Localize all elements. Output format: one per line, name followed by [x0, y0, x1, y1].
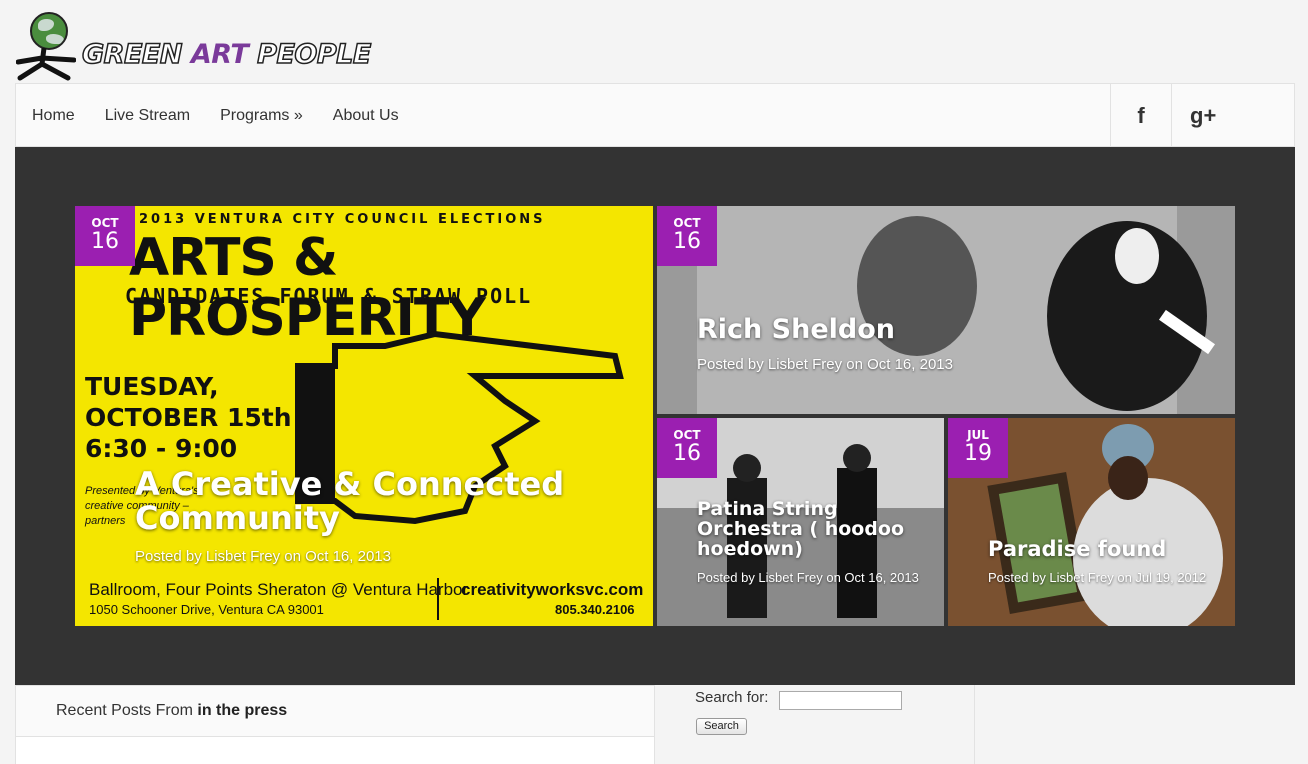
post-title[interactable]: Patina String Orchestra ( hoodoo hoedown…: [697, 499, 937, 560]
nav-item-programs[interactable]: Programs »: [220, 107, 303, 125]
recent-posts-prefix: Recent Posts From: [56, 702, 198, 719]
date-badge: JUL 19: [948, 418, 1008, 478]
stick-figure-icon: [16, 48, 76, 81]
poster-divider: [437, 578, 439, 620]
post-meta: Posted by Lisbet Frey on Oct 16, 2013: [135, 548, 391, 565]
logo-text-green: GREEN: [81, 38, 191, 71]
date-day: 16: [673, 229, 701, 254]
logo-figure-icon: [14, 10, 78, 84]
poster-phone: 805.340.2106: [555, 602, 635, 617]
nav-item-home[interactable]: Home: [32, 107, 75, 125]
date-day: 16: [673, 441, 701, 466]
poster-address: 1050 Schooner Drive, Ventura CA 93001: [89, 602, 324, 617]
recent-posts-category[interactable]: in the press: [197, 702, 287, 719]
date-day: 19: [964, 441, 992, 466]
date-day: 16: [91, 229, 119, 254]
site-logo[interactable]: GREEN ART PEOPLE: [14, 10, 372, 84]
nav-menu: Home Live Stream Programs » About Us: [32, 84, 429, 148]
nav-item-live-stream[interactable]: Live Stream: [105, 107, 190, 125]
post-title[interactable]: A Creative & Connected Community: [135, 467, 595, 535]
main-navbar: Home Live Stream Programs » About Us f g…: [15, 83, 1295, 147]
featured-post-tile[interactable]: JUL 19 Paradise found Posted by Lisbet F…: [948, 418, 1235, 626]
logo-text-art: ART: [190, 39, 249, 70]
poster-url: creativityworksvc.com: [461, 580, 644, 599]
poster-subtitle: CANDIDATES FORUM & STRAW POLL: [125, 284, 533, 308]
poster-when-day: TUESDAY,: [85, 372, 219, 401]
post-image: [657, 206, 1235, 414]
poster-when-date: OCTOBER 15th: [85, 403, 292, 432]
facebook-icon[interactable]: f: [1110, 84, 1171, 147]
globe-icon: [30, 12, 68, 50]
date-month: OCT: [91, 216, 119, 230]
date-badge: OCT 16: [75, 206, 135, 266]
search-button[interactable]: Search: [696, 718, 747, 735]
search-input[interactable]: [779, 691, 902, 710]
social-links: f g+: [1110, 84, 1294, 147]
post-meta: Posted by Lisbet Frey on Oct 16, 2013: [697, 356, 953, 373]
post-title[interactable]: Paradise found: [988, 538, 1166, 560]
sidebar-widget: [975, 685, 1295, 764]
recent-posts-widget: Recent Posts From in the press: [15, 685, 655, 764]
poster-when-time: 6:30 - 9:00: [85, 434, 238, 463]
featured-post-tile[interactable]: OCT 16 Rich Sheldon Posted by Lisbet Fre…: [657, 206, 1235, 414]
google-plus-icon[interactable]: g+: [1171, 84, 1294, 147]
poster-heading: 2013 VENTURA CITY COUNCIL ELECTIONS: [139, 212, 546, 227]
featured-post-tile[interactable]: OCT 16 Patina String Orchestra ( hoodoo …: [657, 418, 944, 626]
post-meta: Posted by Lisbet Frey on Oct 16, 2013: [697, 570, 919, 585]
recent-posts-heading: Recent Posts From in the press: [56, 702, 287, 720]
featured-slider: 2013 VENTURA CITY COUNCIL ELECTIONS ARTS…: [15, 147, 1295, 685]
recent-posts-list: [16, 737, 654, 764]
featured-post-tile[interactable]: 2013 VENTURA CITY COUNCIL ELECTIONS ARTS…: [75, 206, 653, 626]
logo-text-people: PEOPLE: [248, 38, 372, 71]
poster-venue: Ballroom, Four Points Sheraton @ Ventura…: [89, 580, 469, 599]
date-month: JUL: [967, 428, 989, 442]
poster-when: TUESDAY, OCTOBER 15th 6:30 - 9:00: [85, 371, 292, 464]
search-widget: Search for: Search: [655, 685, 975, 764]
date-month: OCT: [673, 216, 701, 230]
nav-item-about-us[interactable]: About Us: [333, 107, 399, 125]
post-meta: Posted by Lisbet Frey on Jul 19, 2012: [988, 570, 1207, 585]
date-month: OCT: [673, 428, 701, 442]
date-badge: OCT 16: [657, 206, 717, 266]
post-title[interactable]: Rich Sheldon: [697, 315, 895, 344]
logo-text: GREEN ART PEOPLE: [81, 38, 372, 71]
search-label: Search for:: [695, 689, 769, 706]
date-badge: OCT 16: [657, 418, 717, 478]
